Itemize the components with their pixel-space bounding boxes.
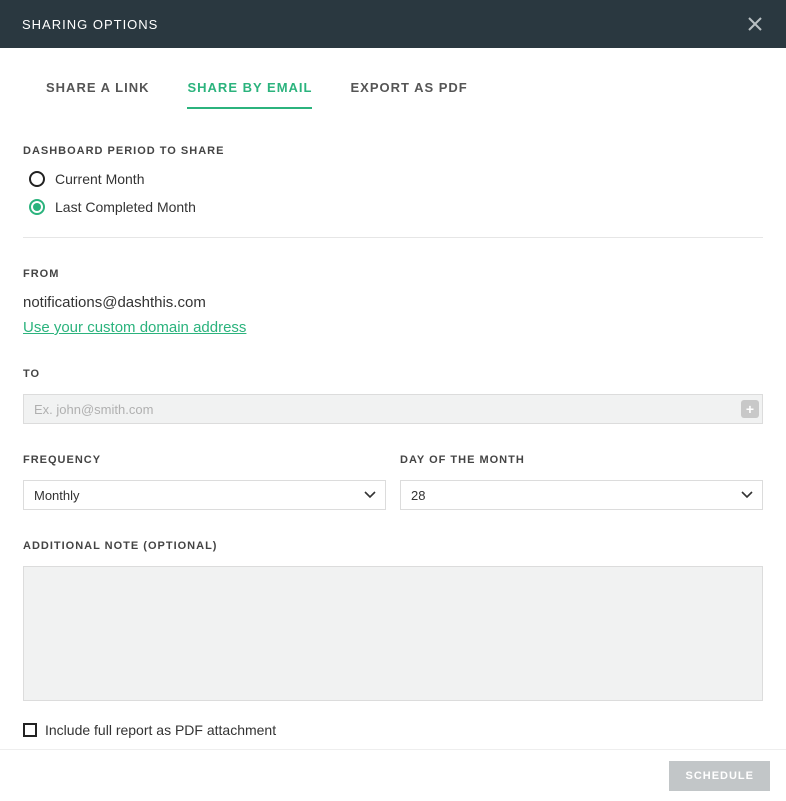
modal-title: SHARING OPTIONS bbox=[22, 17, 158, 32]
to-input-wrapper: + bbox=[23, 394, 763, 424]
radio-last-month[interactable]: Last Completed Month bbox=[23, 199, 763, 215]
to-email-input[interactable] bbox=[23, 394, 763, 424]
tab-share-link[interactable]: SHARE A LINK bbox=[46, 80, 149, 109]
note-textarea[interactable] bbox=[23, 566, 763, 701]
radio-label: Current Month bbox=[55, 171, 144, 187]
plus-icon: + bbox=[746, 402, 754, 416]
modal-footer: SCHEDULE bbox=[0, 749, 786, 801]
period-label: DASHBOARD PERIOD TO SHARE bbox=[23, 145, 763, 157]
day-select[interactable]: 28 bbox=[400, 480, 763, 510]
tab-export-pdf[interactable]: EXPORT AS PDF bbox=[350, 80, 467, 109]
to-label: TO bbox=[23, 368, 763, 380]
frequency-label: FREQUENCY bbox=[23, 454, 386, 466]
radio-current-month[interactable]: Current Month bbox=[23, 171, 763, 187]
close-button[interactable] bbox=[746, 15, 764, 33]
period-radio-group: Current Month Last Completed Month bbox=[23, 171, 763, 215]
note-label: ADDITIONAL NOTE (OPTIONAL) bbox=[23, 540, 763, 552]
tab-bar: SHARE A LINK SHARE BY EMAIL EXPORT AS PD… bbox=[0, 80, 786, 109]
checkbox-unchecked-icon bbox=[23, 723, 37, 737]
radio-label: Last Completed Month bbox=[55, 199, 196, 215]
from-email-text: notifications@dashthis.com bbox=[23, 294, 763, 311]
radio-unchecked-icon bbox=[29, 171, 45, 187]
close-icon bbox=[748, 17, 762, 31]
pdf-attachment-checkbox[interactable]: Include full report as PDF attachment bbox=[23, 722, 763, 738]
checkbox-label: Include full report as PDF attachment bbox=[45, 722, 276, 738]
radio-checked-icon bbox=[29, 199, 45, 215]
modal-body: DASHBOARD PERIOD TO SHARE Current Month … bbox=[0, 109, 786, 738]
tab-share-email[interactable]: SHARE BY EMAIL bbox=[187, 80, 312, 109]
schedule-button[interactable]: SCHEDULE bbox=[669, 761, 770, 791]
custom-domain-link[interactable]: Use your custom domain address bbox=[23, 319, 763, 336]
divider bbox=[23, 237, 763, 238]
day-label: DAY OF THE MONTH bbox=[400, 454, 763, 466]
add-recipient-button[interactable]: + bbox=[741, 400, 759, 418]
from-label: FROM bbox=[23, 268, 763, 280]
frequency-select[interactable]: Monthly bbox=[23, 480, 386, 510]
modal-header: SHARING OPTIONS bbox=[0, 0, 786, 48]
